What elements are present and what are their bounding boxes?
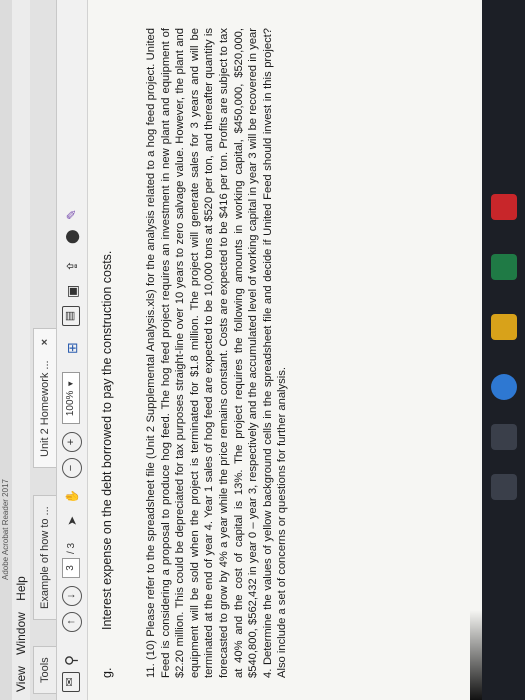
tab-example-label: Example of how to ... (39, 506, 51, 609)
menu-window[interactable]: Window (14, 612, 28, 655)
document-page: g. Interest expense on the debt borrowed … (88, 0, 480, 700)
tab-bar: Tools Example of how to ... Unit 2 Homew… (30, 0, 57, 700)
pen-icon[interactable]: ✎ (62, 209, 82, 220)
ie-icon[interactable] (491, 374, 517, 400)
share-icon[interactable]: ⇪ (62, 260, 82, 272)
page-down-icon[interactable]: ↓ (62, 586, 82, 606)
zoom-level-select[interactable]: 100% ▼ (62, 372, 80, 424)
menu-view[interactable]: View (14, 666, 28, 692)
acrobat-icon[interactable] (491, 194, 517, 220)
sign-icon[interactable]: ▣ (62, 285, 82, 298)
page-up-icon[interactable]: ↑ (62, 612, 82, 632)
question-item-g: g. Interest expense on the debt borrowed … (100, 251, 114, 678)
tab-unit2-label: Unit 2 Homework ... (39, 360, 51, 457)
zoom-out-icon[interactable]: − (62, 458, 82, 478)
zoom-in-icon[interactable]: + (62, 432, 82, 452)
item-g-text: Interest expense on the debt borrowed to… (100, 250, 114, 630)
item-g-label: g. (100, 667, 114, 678)
cursor-icon[interactable]: ➤ (62, 516, 82, 526)
menu-help[interactable]: Help (14, 576, 28, 601)
fit-page-icon[interactable]: ⊞ (62, 342, 82, 354)
zoom-dropdown-icon: ▼ (66, 379, 75, 388)
tab-tools-label: Tools (39, 657, 51, 683)
task-view-icon[interactable] (491, 424, 517, 450)
close-icon[interactable]: × (39, 339, 51, 345)
folder-icon[interactable] (491, 314, 517, 340)
menu-bar: View Window Help (12, 0, 30, 700)
comment-icon[interactable]: ▤ (62, 306, 80, 326)
tab-tools[interactable]: Tools (33, 646, 56, 694)
acrobat-window: Adobe Acrobat Reader 2017 View Window He… (0, 0, 525, 700)
excel-icon[interactable] (491, 254, 517, 280)
start-icon[interactable] (491, 474, 517, 500)
mail-icon[interactable]: ✉ (62, 672, 80, 692)
search-icon[interactable]: ⚲ (62, 655, 82, 666)
highlight-icon[interactable]: ⬤ (62, 229, 82, 244)
question-11: 11. (10) Please refer to the spreadsheet… (145, 28, 289, 678)
page-number-input[interactable]: 3 (62, 558, 80, 578)
tab-example[interactable]: Example of how to ... (33, 495, 56, 620)
zoom-level-value: 100% (65, 390, 76, 417)
hand-icon[interactable]: ✋ (62, 489, 82, 504)
title-bar: Adobe Acrobat Reader 2017 (0, 0, 12, 700)
toolbar: ✉ ⚲ ↑ ↓ 3 / 3 ➤ ✋ − + 100% ▼ ⊞ ▤ ▣ ⇪ ⬤ ✎ (57, 0, 88, 700)
page-total: / 3 (66, 542, 77, 554)
tab-unit2-homework[interactable]: Unit 2 Homework ... × (33, 327, 56, 468)
taskbar (482, 0, 525, 700)
app-title: Adobe Acrobat Reader 2017 (1, 479, 10, 580)
